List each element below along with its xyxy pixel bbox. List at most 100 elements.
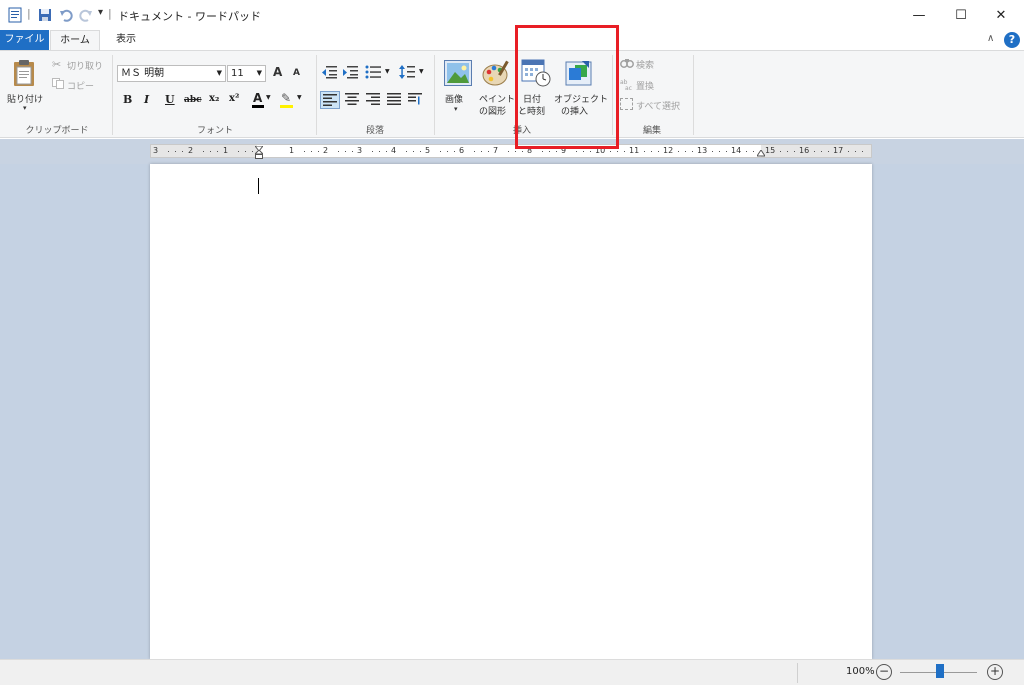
title-bar: | ▾ | ドキュメント - ワードパッド — ☐ ✕ bbox=[0, 0, 1024, 30]
highlight-color-button[interactable]: ✎ ▼ bbox=[280, 91, 304, 109]
status-divider bbox=[797, 663, 798, 683]
cut-icon[interactable]: ✂ bbox=[52, 58, 61, 71]
maximize-icon: ☐ bbox=[955, 7, 967, 23]
ruler-tick bbox=[787, 151, 788, 152]
tab-view[interactable]: 表示 bbox=[103, 30, 149, 50]
ruler-label: 13 bbox=[697, 146, 708, 155]
ruler-tick bbox=[644, 151, 645, 152]
tab-home[interactable]: ホーム bbox=[50, 30, 100, 51]
replace-label[interactable]: 置換 bbox=[636, 79, 654, 92]
collapse-ribbon-icon[interactable]: ∧ bbox=[987, 33, 994, 44]
align-right-icon[interactable] bbox=[366, 93, 380, 105]
left-indent-marker[interactable] bbox=[253, 149, 265, 159]
group-divider bbox=[316, 55, 317, 135]
font-group-label: フォント bbox=[196, 126, 233, 136]
align-center-icon[interactable] bbox=[345, 93, 359, 105]
ruler-tick bbox=[678, 151, 679, 152]
undo-icon[interactable] bbox=[58, 7, 74, 23]
ruler-tick bbox=[658, 151, 659, 152]
grow-font-button[interactable]: A bbox=[273, 65, 282, 79]
close-button[interactable]: ✕ bbox=[978, 0, 1024, 30]
ruler-tick bbox=[610, 151, 611, 152]
font-family-select[interactable]: ＭＳ 明朝 ▼ bbox=[117, 65, 226, 82]
ruler-tick bbox=[583, 151, 584, 152]
bullet-list-button[interactable]: ▼ bbox=[365, 65, 391, 79]
chevron-down-icon: ▼ bbox=[419, 68, 424, 75]
ruler-tick bbox=[556, 151, 557, 152]
ruler-label: 2 bbox=[188, 146, 194, 155]
copy-label[interactable]: コピー bbox=[67, 79, 94, 92]
ruler-tick bbox=[712, 151, 713, 152]
ruler-tick bbox=[508, 151, 509, 152]
minimize-button[interactable]: — bbox=[896, 0, 942, 30]
close-icon: ✕ bbox=[995, 7, 1007, 23]
customize-qa-icon[interactable]: ▾ bbox=[98, 7, 103, 18]
ruler-tick bbox=[304, 151, 305, 152]
underline-button[interactable]: U bbox=[165, 93, 175, 106]
ruler-tick bbox=[651, 151, 652, 152]
increase-indent-icon[interactable] bbox=[342, 65, 358, 79]
right-indent-marker[interactable] bbox=[756, 149, 766, 158]
copy-icon[interactable] bbox=[52, 78, 64, 89]
ruler-tick bbox=[447, 151, 448, 152]
wordpad-app-icon[interactable] bbox=[6, 7, 24, 23]
justify-icon[interactable] bbox=[387, 93, 401, 105]
paste-button[interactable] bbox=[10, 58, 40, 88]
line-spacing-icon bbox=[399, 65, 415, 79]
bold-button[interactable]: B bbox=[123, 93, 132, 106]
ruler-tick bbox=[210, 151, 211, 152]
superscript-button[interactable]: x² bbox=[229, 93, 239, 104]
help-icon[interactable]: ? bbox=[1004, 32, 1020, 48]
shrink-font-button[interactable]: A bbox=[293, 68, 300, 78]
paragraph-settings-icon[interactable] bbox=[408, 93, 422, 105]
insert-picture-button[interactable]: 画像 ▾ bbox=[441, 57, 475, 125]
save-icon[interactable] bbox=[36, 7, 54, 23]
text-color-button[interactable]: A ▼ bbox=[252, 91, 272, 109]
line-spacing-button[interactable]: ▼ bbox=[399, 65, 425, 79]
ruler-tick bbox=[515, 151, 516, 152]
ruler-tick bbox=[168, 151, 169, 152]
ruler-margin-left bbox=[151, 145, 257, 157]
highlight-swatch bbox=[280, 105, 293, 108]
ruler-tick bbox=[406, 151, 407, 152]
ruler-label: 1 bbox=[289, 146, 295, 155]
ruler-tick bbox=[474, 151, 475, 152]
ruler-tick bbox=[238, 151, 239, 152]
select-all-icon[interactable] bbox=[620, 98, 633, 110]
ruler-tick bbox=[454, 151, 455, 152]
select-all-label[interactable]: すべて選択 bbox=[636, 99, 680, 112]
find-icon[interactable] bbox=[620, 57, 634, 69]
italic-button[interactable]: I bbox=[144, 93, 149, 106]
tab-file[interactable]: ファイル bbox=[0, 30, 49, 50]
paragraph-group-label: 段落 bbox=[365, 126, 384, 136]
zoom-level: 100% bbox=[846, 666, 875, 677]
ruler-tick bbox=[821, 151, 822, 152]
ruler-tick bbox=[420, 151, 421, 152]
ruler-tick bbox=[481, 151, 482, 152]
find-label[interactable]: 検索 bbox=[636, 58, 654, 71]
cut-label[interactable]: 切り取り bbox=[67, 59, 103, 72]
zoom-in-button[interactable]: + bbox=[987, 664, 1003, 680]
font-size-select[interactable]: 11 ▼ bbox=[227, 65, 266, 82]
picture-label: 画像 bbox=[445, 95, 464, 105]
ruler-label: 11 bbox=[629, 146, 640, 155]
replace-icon[interactable]: ab ac bbox=[620, 78, 634, 92]
paint-drawing-button[interactable]: ペイント の図形 bbox=[477, 57, 517, 125]
ruler-tick bbox=[488, 151, 489, 152]
ruler-tick bbox=[692, 151, 693, 152]
paste-dropdown-icon[interactable]: ▾ bbox=[23, 104, 27, 112]
ruler-label: 6 bbox=[459, 146, 465, 155]
highlighter-icon: ✎ bbox=[281, 91, 292, 105]
subscript-button[interactable]: x₂ bbox=[209, 93, 219, 104]
align-left-button[interactable] bbox=[320, 91, 340, 109]
decrease-indent-icon[interactable] bbox=[321, 65, 337, 79]
ruler[interactable]: 3 2 1 1 2 3 4 5 6 7 8 9 10 11 12 13 14 15 16 17 bbox=[150, 144, 872, 159]
zoom-out-button[interactable]: − bbox=[876, 664, 892, 680]
zoom-slider-thumb[interactable] bbox=[935, 664, 944, 678]
document-page[interactable] bbox=[150, 164, 872, 659]
ruler-label: 1 bbox=[223, 146, 229, 155]
redo-icon[interactable] bbox=[78, 7, 94, 23]
font-size-value: 11 bbox=[231, 68, 244, 79]
strikethrough-button[interactable]: abc bbox=[184, 95, 202, 105]
chevron-down-icon: ▼ bbox=[266, 94, 271, 101]
